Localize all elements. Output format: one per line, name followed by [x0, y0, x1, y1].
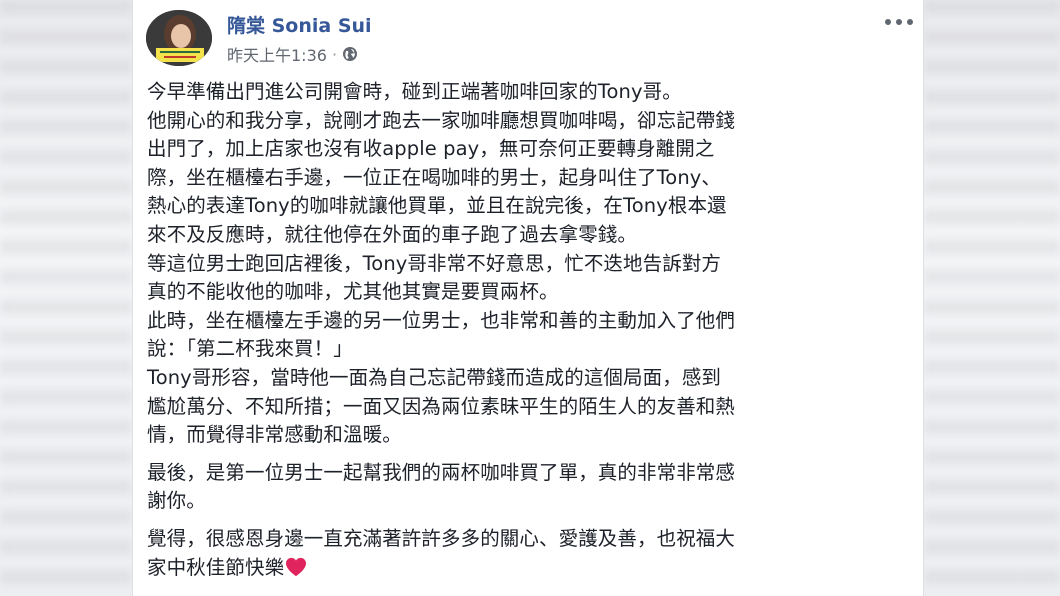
post-line-text: 家中秋佳節快樂 — [147, 555, 285, 579]
post-timestamp[interactable]: 昨天上午1:36 — [227, 42, 327, 66]
post-line: 最後，是第一位男士一起幫我們的兩杯咖啡買了單，真的非常非常感 — [147, 460, 736, 484]
avatar[interactable] — [146, 10, 212, 66]
post-line: 覺得，很感恩身邊一直充滿著許許多多的關心、愛護及善，也祝福大 — [147, 526, 736, 550]
facebook-post-card: 隋棠 Sonia Sui 昨天上午1:36 · 今早準備出門進公司開會時，碰到正… — [132, 0, 924, 596]
more-dot — [907, 19, 913, 25]
post-line-last: 家中秋佳節快樂 — [147, 554, 917, 583]
heart-icon — [285, 557, 307, 577]
post-line: 謝你。 — [147, 489, 206, 513]
post-paragraph-1: 今早準備出門進公司開會時，碰到正端著咖啡回家的Tony哥。 他開心的和我分享，說… — [147, 78, 917, 450]
post-header: 隋棠 Sonia Sui 昨天上午1:36 · — [133, 0, 923, 72]
post-paragraph-2: 最後，是第一位男士一起幫我們的兩杯咖啡買了單，真的非常非常感 謝你。 — [147, 459, 917, 516]
post-paragraph-3: 覺得，很感恩身邊一直充滿著許許多多的關心、愛護及善，也祝福大 家中秋佳節快樂 — [147, 525, 917, 582]
author-name-link[interactable]: 隋棠 Sonia Sui — [227, 11, 372, 38]
post-line: 際，坐在櫃檯右手邊，一位正在喝咖啡的男士，起身叫住了Tony、 — [147, 165, 722, 189]
avatar-image — [146, 10, 212, 66]
more-dot — [896, 19, 902, 25]
meta-separator: · — [331, 44, 338, 64]
post-line: 此時，坐在櫃檯左手邊的另一位男士，也非常和善的主動加入了他們 — [147, 308, 736, 332]
post-line: 他開心的和我分享，說剛才跑去一家咖啡廳想買咖啡喝，卻忘記帶錢 — [147, 108, 736, 132]
post-line: 尷尬萬分、不知所措；一面又因為兩位素昧平生的陌生人的友善和熱 — [147, 394, 736, 418]
post-line: 出門了，加上店家也沒有收apple pay，無可奈何正要轉身離開之 — [147, 137, 715, 161]
more-options-icon[interactable] — [885, 14, 913, 30]
blurred-background-left — [0, 0, 132, 596]
post-line: Tony哥形容，當時他一面為自己忘記帶錢而造成的這個局面，感到 — [147, 365, 722, 389]
post-line: 來不及反應時，就往他停在外面的車子跑了過去拿零錢。 — [147, 222, 638, 246]
more-dot — [885, 19, 891, 25]
blurred-background-right — [924, 0, 1060, 596]
post-line: 真的不能收他的咖啡，尤其他其實是要買兩杯。 — [147, 280, 559, 304]
post-line: 今早準備出門進公司開會時，碰到正端著咖啡回家的Tony哥。 — [147, 80, 682, 103]
post-meta: 昨天上午1:36 · — [227, 42, 358, 66]
post-line: 等這位男士跑回店裡後，Tony哥非常不好意思，忙不迭地告訴對方 — [147, 251, 722, 275]
post-line: 熱心的表達Tony的咖啡就讓他買單，並且在說完後，在Tony根本還 — [147, 194, 727, 218]
globe-icon[interactable] — [342, 46, 358, 62]
post-line: 說：「第二杯我來買！」 — [147, 337, 353, 361]
post-line: 情，而覺得非常感動和溫暖。 — [147, 423, 402, 447]
post-body-text: 今早準備出門進公司開會時，碰到正端著咖啡回家的Tony哥。 他開心的和我分享，說… — [147, 78, 917, 582]
